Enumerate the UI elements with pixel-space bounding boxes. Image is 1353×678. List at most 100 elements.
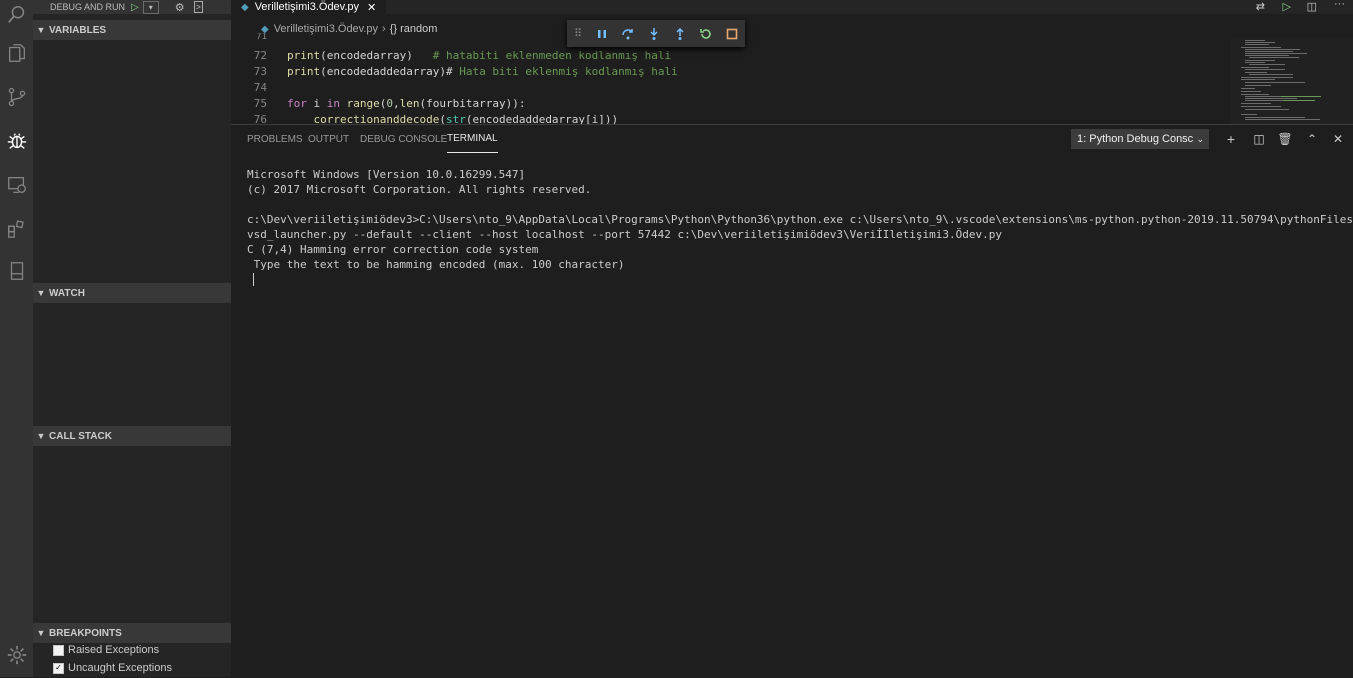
code-line-74[interactable]: 74 xyxy=(231,80,287,96)
breadcrumb-file[interactable]: Verilletişimi3.Ödev.py xyxy=(274,23,378,35)
activity-bar xyxy=(0,0,33,677)
remote-explorer-icon[interactable] xyxy=(0,170,33,200)
debug-title: DEBUG AND RUN xyxy=(50,2,126,12)
drag-handle-icon[interactable]: ⠿ xyxy=(567,20,589,47)
code-token: correctionanddecode xyxy=(313,113,440,124)
more-actions-icon[interactable]: ··· xyxy=(1334,0,1345,10)
code-line-75[interactable]: 75 for i in range(0,len(fourbitarray)): xyxy=(231,96,526,112)
step-out-icon xyxy=(676,27,684,40)
code-comment: # hatabiti eklenmeden kodlanmış hali xyxy=(432,49,672,62)
code-builtin: str xyxy=(445,113,466,124)
python-file-icon: ◆ xyxy=(241,1,249,13)
line-number: 75 xyxy=(253,97,267,110)
minimap[interactable] xyxy=(1231,38,1353,124)
call-stack-header[interactable]: ▼ CALL STACK xyxy=(33,426,231,446)
chevron-down-icon: ▼ xyxy=(36,628,46,638)
breakpoint-raised-exceptions[interactable]: Raised Exceptions xyxy=(33,641,231,659)
step-into-button[interactable] xyxy=(641,20,667,47)
tab-problems[interactable]: PROBLEMS xyxy=(247,125,303,153)
code-token: print xyxy=(287,49,321,62)
tab-terminal[interactable]: TERMINAL xyxy=(447,125,498,153)
code-token: ( xyxy=(439,113,446,124)
terminal-line: vsd_launcher.py --default --client --hos… xyxy=(247,228,1002,241)
chevron-down-icon: ▼ xyxy=(36,288,46,298)
code-token: range xyxy=(346,97,380,110)
split-editor-icon[interactable]: ◫ xyxy=(1307,0,1317,13)
extensions-icon[interactable] xyxy=(0,213,33,243)
debug-sidebar: DEBUG AND RUN ▷ ▾ ⚙ > ▼ VARIABLES ▼ WATC… xyxy=(33,0,231,677)
tab-debug-console[interactable]: DEBUG CONSOLE xyxy=(360,125,447,153)
gear-icon[interactable] xyxy=(0,640,33,670)
run-file-icon[interactable]: ▷ xyxy=(1283,0,1291,13)
line-number: 76 xyxy=(253,113,267,124)
debug-console-icon[interactable]: > xyxy=(193,1,203,13)
step-over-button[interactable] xyxy=(615,20,641,47)
bottom-panel: PROBLEMS OUTPUT DEBUG CONSOLE TERMINAL 1… xyxy=(231,124,1353,678)
editor-tab[interactable]: ◆ Verilletişimi3.Ödev.py ✕ xyxy=(231,0,387,14)
terminal-line: (c) 2017 Microsoft Corporation. All righ… xyxy=(247,183,592,196)
search-icon[interactable] xyxy=(0,0,33,30)
close-icon[interactable]: ✕ xyxy=(367,1,376,14)
variables-label: VARIABLES xyxy=(49,24,107,36)
debug-icon[interactable] xyxy=(0,126,33,156)
debug-toolbar: ⠿ xyxy=(567,20,745,47)
step-into-icon xyxy=(650,27,658,40)
breakpoint-label: Uncaught Exceptions xyxy=(68,662,172,674)
breakpoints-header[interactable]: ▼ BREAKPOINTS xyxy=(33,623,231,643)
breakpoints-label: BREAKPOINTS xyxy=(49,627,122,639)
code-token: (fourbitarray)): xyxy=(419,97,526,110)
code-token: i xyxy=(306,97,327,110)
terminal-select[interactable]: 1: Python Debug Consc ⌄ xyxy=(1071,129,1209,149)
code-token: , xyxy=(393,97,400,110)
editor-tab-bar: ◆ Verilletişimi3.Ödev.py ✕ ⇄ ▷ ◫ ··· xyxy=(231,0,1353,14)
terminal-line: c:\Dev\veriiletişimiödev3>C:\Users\nto_9… xyxy=(247,213,1353,226)
code-token: (encodedarray) xyxy=(320,49,413,62)
terminal-line: Microsoft Windows [Version 10.0.16299.54… xyxy=(247,168,526,181)
code-number: 0 xyxy=(386,97,393,110)
close-icon[interactable]: ✕ xyxy=(1329,130,1347,148)
maximize-panel-icon[interactable]: ⌃ xyxy=(1303,130,1321,148)
line-number: 73 xyxy=(253,65,267,78)
raised-exceptions-checkbox[interactable] xyxy=(53,644,64,656)
settings-gear-icon[interactable]: ⚙ xyxy=(175,1,185,14)
pause-button[interactable] xyxy=(589,20,615,47)
device-icon[interactable] xyxy=(0,256,33,286)
source-control-icon[interactable] xyxy=(0,82,33,112)
compare-changes-icon[interactable]: ⇄ xyxy=(1256,0,1265,13)
chevron-down-icon: ▼ xyxy=(36,25,46,35)
step-out-button[interactable] xyxy=(667,20,693,47)
code-comment: Hata biti eklenmiş kodlanmış hali xyxy=(452,65,678,78)
variables-header[interactable]: ▼ VARIABLES xyxy=(33,20,231,40)
tab-output[interactable]: OUTPUT xyxy=(308,125,349,153)
breadcrumb-separator: › xyxy=(382,23,386,35)
uncaught-exceptions-checkbox[interactable]: ✓ xyxy=(53,662,64,674)
terminal-cursor[interactable] xyxy=(253,273,254,286)
debug-title-bar: DEBUG AND RUN ▷ ▾ ⚙ > xyxy=(33,0,231,14)
code-token: (encodedaddedarray)# xyxy=(320,65,453,78)
step-over-icon xyxy=(622,28,633,39)
code-token: (encodedaddedarray[i])) xyxy=(465,113,619,124)
watch-header[interactable]: ▼ WATCH xyxy=(33,283,231,303)
call-stack-label: CALL STACK xyxy=(49,430,112,442)
stop-button[interactable] xyxy=(719,20,745,47)
trash-icon[interactable]: 🗑 xyxy=(1276,130,1294,148)
new-terminal-icon[interactable]: + xyxy=(1222,130,1240,148)
code-line-71[interactable]: 71 xyxy=(231,33,287,42)
terminal-line: C (7,4) Hamming error correction code sy… xyxy=(247,243,539,256)
breakpoint-uncaught-exceptions[interactable]: ✓ Uncaught Exceptions xyxy=(33,659,231,677)
start-debugging-icon[interactable]: ▷ xyxy=(131,2,139,13)
line-number: 74 xyxy=(253,81,267,94)
minimap-preview xyxy=(1231,38,1353,124)
breadcrumb-symbol[interactable]: {} random xyxy=(390,23,438,35)
pause-icon xyxy=(598,29,606,38)
restart-button[interactable] xyxy=(693,20,719,47)
code-line-73[interactable]: 73 print(encodedaddedarray)# Hata biti ek… xyxy=(231,64,678,80)
line-number: 71 xyxy=(256,33,267,42)
code-line-76[interactable]: 76 correctionanddecode(str(encodedaddeda… xyxy=(231,112,618,124)
split-terminal-icon[interactable]: ◫ xyxy=(1250,130,1268,148)
explorer-icon[interactable] xyxy=(0,38,33,68)
launch-config-select[interactable]: ▾ xyxy=(142,0,159,14)
breakpoint-label: Raised Exceptions xyxy=(68,644,160,656)
code-line-72[interactable]: 72 print(encodedarray) # hatabiti eklenme… xyxy=(231,48,671,64)
code-keyword: for xyxy=(287,97,307,110)
